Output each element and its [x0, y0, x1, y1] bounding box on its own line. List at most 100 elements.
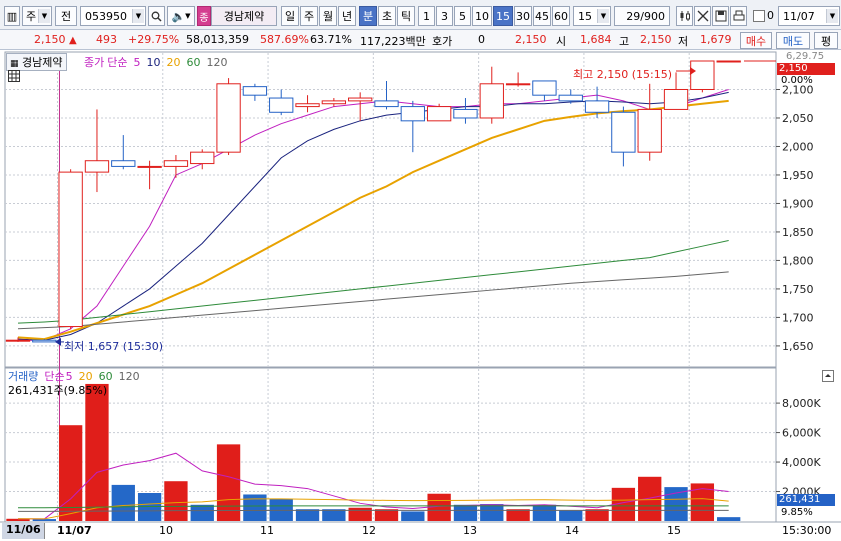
- legend-ma10: 10: [146, 56, 161, 69]
- buy-button[interactable]: 매수: [740, 32, 772, 49]
- interval-value: 15: [578, 9, 592, 23]
- interval-select[interactable]: 15 ▼: [573, 6, 611, 26]
- period-day[interactable]: 일: [281, 6, 299, 26]
- tools-icon[interactable]: [694, 6, 711, 26]
- candle-body: [190, 151, 215, 165]
- stock-label[interactable]: ▦ 경남제약: [6, 53, 67, 71]
- market-label: 주: [25, 10, 37, 23]
- period-second[interactable]: 초: [378, 6, 396, 26]
- volume-bar: [164, 481, 188, 521]
- x-label-10: 10: [159, 524, 173, 537]
- volume-bar: [664, 487, 688, 521]
- price-legend: 종가 단순 5 10 20 60 120: [84, 54, 234, 70]
- volume-bar: [401, 511, 425, 521]
- volume: 58,013,359: [186, 33, 249, 46]
- grid-icon[interactable]: [8, 70, 20, 85]
- change-rate: +29.75%: [128, 33, 180, 46]
- volume-scroll-icon[interactable]: [822, 370, 834, 385]
- candle-body: [348, 97, 373, 102]
- chevron-down-icon[interactable]: ▼: [132, 9, 144, 23]
- price-tick-label: 1,650: [782, 340, 814, 353]
- interval-45[interactable]: 45: [533, 6, 551, 26]
- candle-body: [137, 165, 162, 168]
- print-icon[interactable]: [730, 6, 747, 26]
- price-tick-label: 1,900: [782, 197, 814, 210]
- volume-bar: [216, 444, 241, 521]
- period-week[interactable]: 주: [300, 6, 318, 26]
- option-checkbox[interactable]: [753, 10, 765, 22]
- interval-10[interactable]: 10: [472, 6, 492, 26]
- interval-3[interactable]: 3: [436, 6, 453, 26]
- volume-bar: [348, 507, 372, 521]
- code-input[interactable]: 053950 ▼: [80, 6, 146, 26]
- volume-current-pct: 9.85%: [781, 507, 813, 518]
- interval-5[interactable]: 5: [454, 6, 471, 26]
- volume-bar: [585, 509, 609, 521]
- layout-icon[interactable]: ▥: [4, 6, 20, 26]
- legend-close: 종가: [84, 56, 105, 69]
- period-month[interactable]: 월: [319, 6, 337, 26]
- candle-body: [321, 100, 347, 105]
- interval-60[interactable]: 60: [552, 6, 570, 26]
- date-field[interactable]: 11/07 ▼: [778, 6, 840, 26]
- interval-1[interactable]: 1: [418, 6, 435, 26]
- chart-canvas[interactable]: 1,650 1,700 1,750 1,800 1,850 1,900 1,950 2,000…: [0, 51, 841, 541]
- sound-icon[interactable]: 🔈 ▼: [167, 6, 195, 26]
- candle-body: [84, 160, 110, 173]
- candle-body: [690, 60, 715, 90]
- current-price: 2,150 ▲: [34, 33, 77, 46]
- volume-bar: [190, 504, 214, 521]
- high-price: 2,150: [640, 33, 672, 46]
- period-tick[interactable]: 틱: [397, 6, 415, 26]
- candle-body: [611, 111, 636, 153]
- count-field[interactable]: 29/900: [614, 6, 670, 26]
- quote-bar: 2,150 ▲ 493 +29.75% 58,013,359 587.69% 6…: [0, 30, 841, 50]
- legend-ma5: 5: [133, 56, 141, 69]
- search-icon[interactable]: [148, 6, 165, 26]
- interval-15[interactable]: 15: [493, 6, 513, 26]
- period-year[interactable]: 년: [338, 6, 356, 26]
- save-icon[interactable]: [712, 6, 729, 26]
- code-value: 053950: [85, 9, 127, 23]
- volume-value: 261,431주(9.85%): [8, 384, 108, 397]
- top-label: 6,29.75: [786, 51, 825, 62]
- open-price: 1,684: [580, 33, 612, 46]
- stock-name: 경남제약: [211, 6, 277, 26]
- all-button[interactable]: 전: [55, 6, 77, 26]
- open-label: 시: [556, 35, 567, 48]
- candle-body: [374, 100, 399, 108]
- candle-body: [242, 86, 268, 96]
- price-tick-label: 1,950: [782, 169, 814, 182]
- x-label-12: 12: [362, 524, 376, 537]
- bid-price: 2,150: [515, 33, 547, 46]
- volume-bar: [111, 484, 135, 521]
- chevron-down-icon: ▼: [38, 9, 50, 23]
- volume-bar: [559, 510, 583, 521]
- volume-bar: [295, 509, 320, 521]
- candle-body: [505, 83, 531, 86]
- x-label-13: 13: [463, 524, 477, 537]
- x-label-11: 11: [260, 524, 274, 537]
- turnover-rate: 63.71%: [310, 33, 352, 46]
- volume-bar: [506, 509, 530, 521]
- price-tick-label: 2,050: [782, 112, 814, 125]
- sell-button[interactable]: 매도: [776, 32, 810, 49]
- volume-current-tag: 261,431: [777, 494, 835, 506]
- checkbox-value: 0: [767, 9, 774, 22]
- period-minute[interactable]: 분: [359, 6, 377, 26]
- candle-body: [295, 103, 320, 108]
- market-select[interactable]: 주 ▼: [22, 6, 52, 26]
- candle-body: [716, 60, 741, 63]
- volume-tick-label: 4,000K: [782, 456, 821, 469]
- volume-bar: [480, 504, 504, 521]
- settings-icon: ▦: [10, 59, 19, 69]
- chart-area: 1,650 1,700 1,750 1,800 1,850 1,900 1,950 2,000…: [0, 51, 841, 541]
- x-label-1106: 11/06: [2, 523, 45, 539]
- eval-button[interactable]: 평: [814, 32, 838, 49]
- candle-icon[interactable]: [676, 6, 693, 26]
- interval-30[interactable]: 30: [514, 6, 532, 26]
- price-tick-label: 2,000: [782, 140, 814, 153]
- candle-body: [163, 160, 189, 167]
- chevron-down-icon: ▼: [826, 9, 838, 23]
- candle-body: [426, 106, 452, 122]
